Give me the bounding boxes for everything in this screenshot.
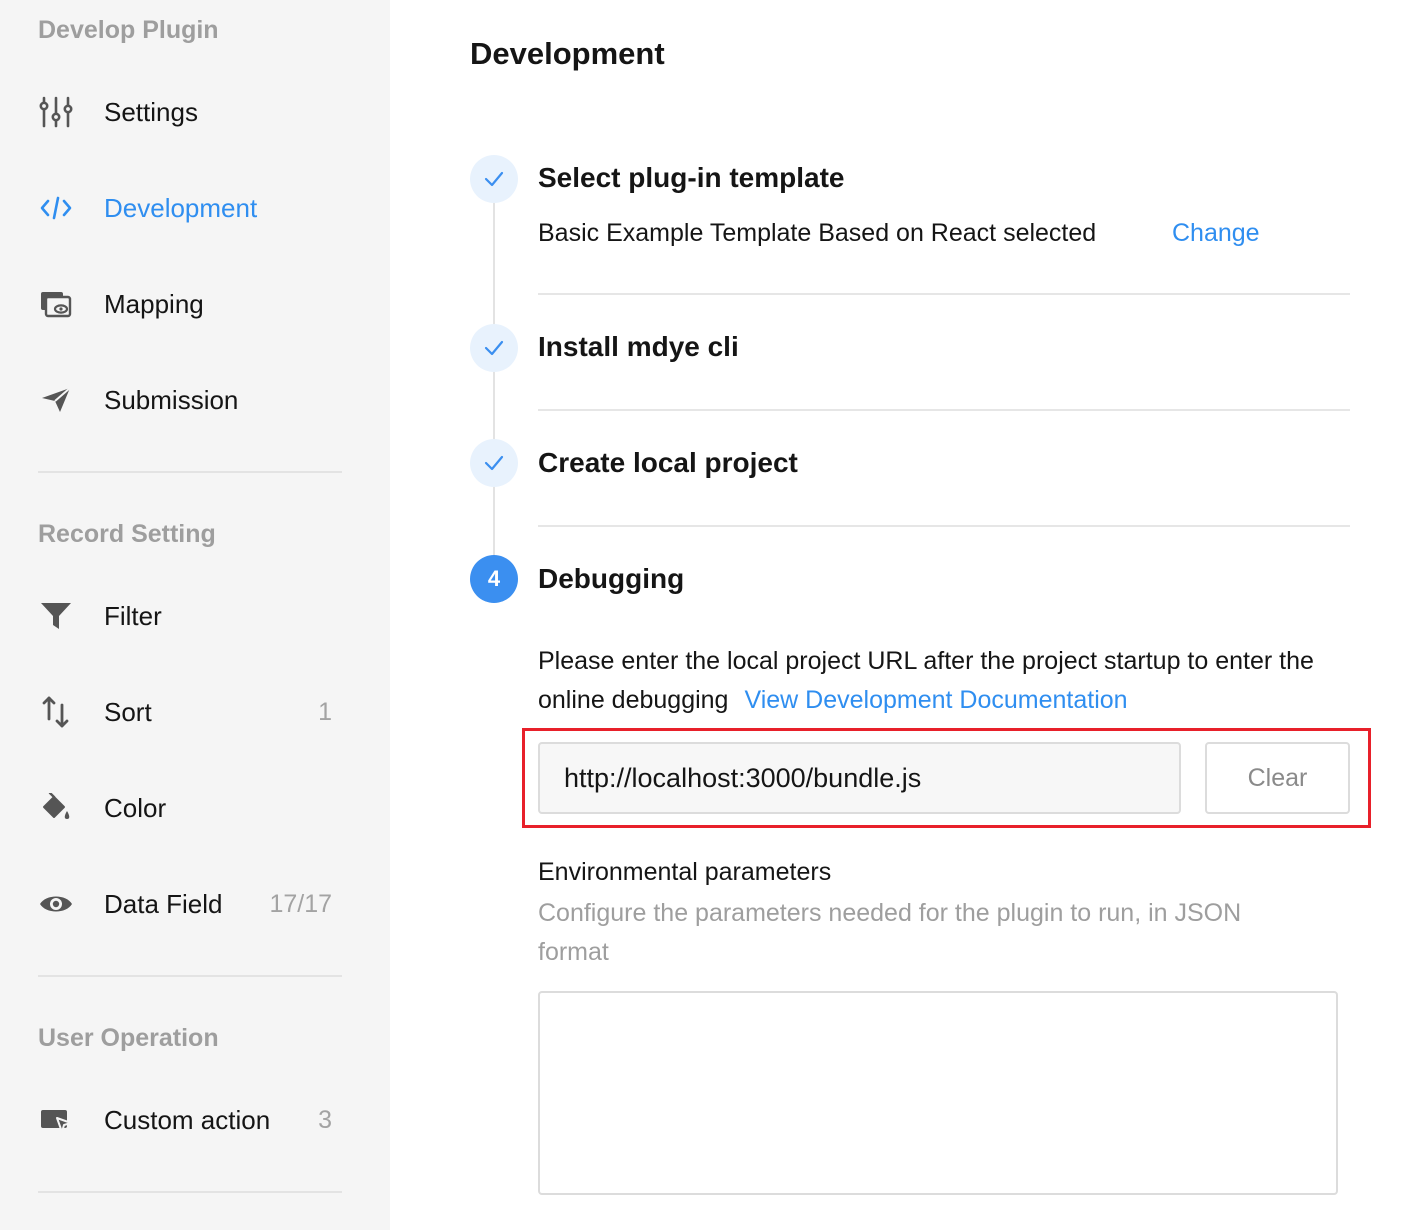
local-url-input[interactable] bbox=[538, 742, 1181, 814]
sidebar-item-label: Settings bbox=[104, 96, 198, 127]
step-4-number: 4 bbox=[487, 566, 501, 591]
sidebar-item-sort[interactable]: Sort 1 bbox=[0, 682, 390, 742]
sidebar-item-label: Mapping bbox=[104, 288, 204, 319]
filter-icon bbox=[38, 598, 74, 634]
change-template-link[interactable]: Change bbox=[1172, 219, 1260, 248]
sidebar-item-label: Development bbox=[104, 192, 258, 223]
env-params-description: Configure the parameters needed for the … bbox=[538, 899, 1242, 966]
sort-count: 1 bbox=[318, 697, 332, 726]
sidebar-item-data-field[interactable]: Data Field 17/17 bbox=[0, 874, 390, 934]
sidebar-divider bbox=[38, 975, 342, 977]
step-divider bbox=[538, 409, 1350, 411]
mapping-icon bbox=[38, 286, 74, 322]
step-divider bbox=[538, 293, 1350, 295]
check-icon bbox=[484, 340, 504, 356]
section-title-develop-plugin: Develop Plugin bbox=[38, 16, 219, 44]
sliders-icon bbox=[38, 94, 74, 130]
section-title-user-operation: User Operation bbox=[38, 1024, 219, 1052]
sort-icon bbox=[38, 694, 74, 730]
send-icon bbox=[38, 382, 74, 418]
env-params-textarea[interactable] bbox=[538, 991, 1338, 1195]
page-title: Development bbox=[470, 36, 665, 71]
sidebar-item-label: Color bbox=[104, 792, 167, 823]
debugging-description-block: Please enter the local project URL after… bbox=[538, 642, 1338, 720]
sidebar-item-label: Filter bbox=[104, 600, 162, 631]
sidebar: Develop Plugin Settings Development Mapp… bbox=[0, 0, 390, 1230]
step-3-title: Create local project bbox=[538, 447, 798, 478]
sidebar-divider bbox=[38, 1191, 342, 1193]
step-2-indicator bbox=[470, 324, 518, 372]
eye-icon bbox=[38, 886, 74, 922]
sidebar-item-label: Submission bbox=[104, 384, 239, 415]
step-4-title: Debugging bbox=[538, 563, 685, 594]
clear-button[interactable]: Clear bbox=[1205, 742, 1350, 814]
sidebar-item-development[interactable]: Development bbox=[0, 178, 390, 238]
data-field-count: 17/17 bbox=[269, 889, 332, 918]
custom-action-icon bbox=[38, 1102, 74, 1138]
sidebar-item-label: Custom action bbox=[104, 1104, 271, 1135]
section-title-record-setting: Record Setting bbox=[38, 520, 216, 548]
step-4-indicator: 4 bbox=[470, 555, 518, 603]
custom-action-count: 3 bbox=[318, 1105, 332, 1134]
sidebar-item-label: Data Field bbox=[104, 888, 223, 919]
step-connector-line bbox=[493, 202, 495, 556]
check-icon bbox=[484, 171, 504, 187]
sidebar-item-filter[interactable]: Filter bbox=[0, 586, 390, 646]
view-documentation-link[interactable]: View Development Documentation bbox=[744, 686, 1127, 714]
sidebar-item-label: Sort bbox=[104, 696, 152, 727]
step-1-indicator bbox=[470, 155, 518, 203]
sidebar-item-mapping[interactable]: Mapping bbox=[0, 274, 390, 334]
step-divider bbox=[538, 525, 1350, 527]
sidebar-divider bbox=[38, 471, 342, 473]
step-3-indicator bbox=[470, 439, 518, 487]
check-icon bbox=[484, 455, 504, 471]
sidebar-item-color[interactable]: Color bbox=[0, 778, 390, 838]
sidebar-item-submission[interactable]: Submission bbox=[0, 370, 390, 430]
step-2-title: Install mdye cli bbox=[538, 331, 739, 362]
step-1-title: Select plug-in template bbox=[538, 162, 845, 193]
code-icon bbox=[38, 190, 74, 226]
env-params-title: Environmental parameters bbox=[538, 858, 832, 886]
paint-bucket-icon bbox=[38, 790, 74, 826]
sidebar-item-custom-action[interactable]: Custom action 3 bbox=[0, 1090, 390, 1150]
step-1-description: Basic Example Template Based on React se… bbox=[538, 219, 1097, 247]
sidebar-item-settings[interactable]: Settings bbox=[0, 82, 390, 142]
